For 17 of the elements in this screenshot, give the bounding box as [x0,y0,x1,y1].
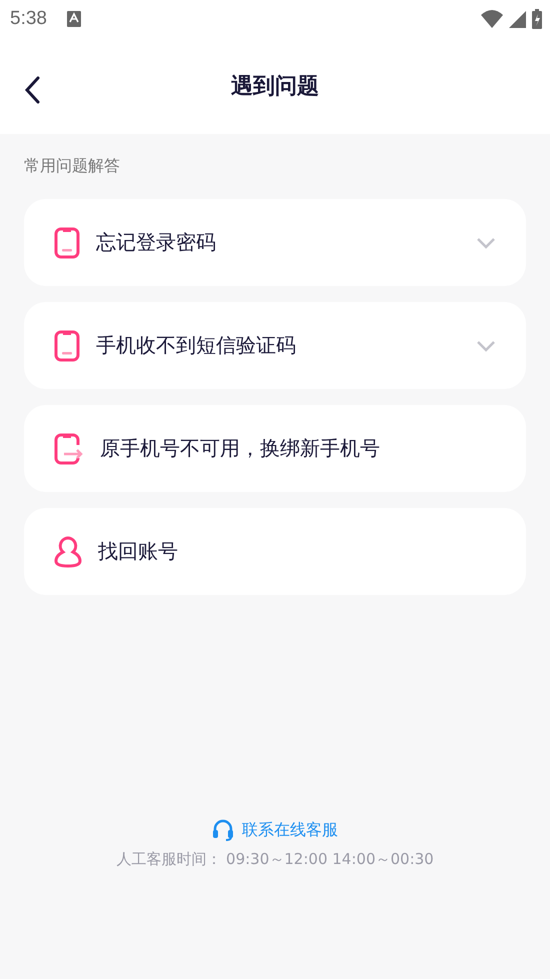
faq-item[interactable]: 原手机号不可用，换绑新手机号 [24,405,526,492]
page-title: 遇到问题 [231,73,319,101]
service-hours: 人工客服时间： 09:30～12:00 14:00～00:30 [116,850,434,869]
battery-icon [532,9,542,29]
phone-transfer-icon [54,432,84,464]
signal-icon [509,10,526,28]
faq-item[interactable]: 手机收不到短信验证码 [24,302,526,389]
phone-icon [54,330,80,362]
faq-item[interactable]: 忘记登录密码 [24,199,526,286]
section-title: 常用问题解答 [24,156,121,177]
person-icon [54,536,82,568]
status-time: 5:38 [10,8,47,30]
headset-icon [212,818,234,842]
keyboard-notification-icon [66,11,81,27]
phone-icon [54,226,80,258]
faq-item[interactable]: 找回账号 [24,508,526,595]
wifi-icon [481,10,503,28]
